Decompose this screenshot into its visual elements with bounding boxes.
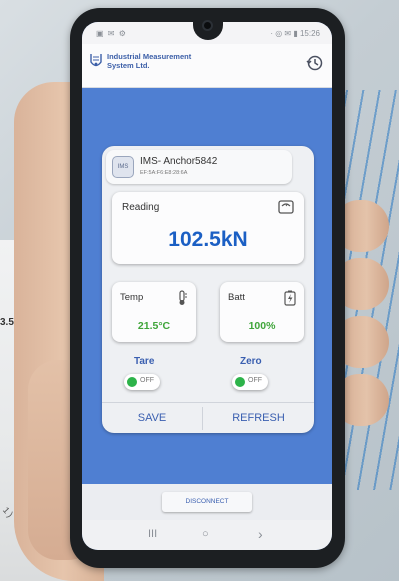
tare-toggle-state: OFF (140, 377, 154, 384)
battery-icon (284, 290, 296, 306)
reading-label: Reading (122, 202, 160, 213)
action-row: SAVE REFRESH (102, 402, 314, 433)
zero-toggle-state: OFF (248, 377, 262, 384)
reading-value: 102.5kN (168, 228, 248, 251)
system-nav-bar: III ○ › (82, 520, 332, 550)
reading-card: Reading 102.5kN (112, 192, 304, 264)
zero-toggle-knob (235, 377, 245, 387)
disconnect-button[interactable]: DISCONNECT (162, 492, 252, 512)
ims-logo-icon (90, 54, 102, 67)
app-bar: Industrial Measurement System Ltd. (82, 44, 332, 88)
status-icons-right: · ◎ ✉ ▮ 15:26 (270, 29, 320, 38)
status-icons-left: ▣ ✉ ⚙ (96, 29, 127, 38)
tare-toggle-knob (127, 377, 137, 387)
background-paper-text: 3.5 (0, 317, 14, 328)
bottom-bar: DISCONNECT (82, 484, 332, 520)
front-camera (202, 20, 213, 31)
home-nav-icon[interactable]: ○ (202, 528, 209, 540)
company-name: Industrial Measurement System Ltd. (107, 52, 192, 70)
thermometer-icon (179, 290, 187, 305)
phone-screen: ▣ ✉ ⚙ · ◎ ✉ ▮ 15:26 Industrial Measureme… (82, 22, 332, 550)
device-mac-address: EF:5A:F6:E8:28:6A (140, 170, 188, 176)
device-header: IMS IMS- Anchor5842 EF:5A:F6:E8:28:6A (106, 150, 292, 184)
save-button[interactable]: SAVE (102, 403, 202, 434)
recents-nav-icon[interactable]: III (148, 528, 157, 540)
refresh-button[interactable]: REFRESH (203, 403, 314, 434)
device-card: IMS IMS- Anchor5842 EF:5A:F6:E8:28:6A Re… (102, 146, 314, 433)
device-name: IMS- Anchor5842 (140, 156, 218, 167)
tare-label: Tare (134, 356, 155, 367)
battery-value: 100% (248, 320, 276, 332)
battery-card: Batt 100% (220, 282, 304, 342)
history-icon[interactable] (306, 54, 324, 72)
back-nav-icon[interactable]: › (258, 526, 263, 542)
zero-label: Zero (240, 356, 262, 367)
temperature-value: 21.5°C (137, 320, 171, 332)
tare-toggle[interactable]: OFF (124, 374, 160, 390)
scale-icon (278, 200, 294, 214)
battery-label: Batt (228, 292, 245, 303)
temperature-label: Temp (120, 292, 144, 303)
zero-toggle[interactable]: OFF (232, 374, 268, 390)
device-badge: IMS (112, 156, 134, 178)
temperature-card: Temp 21.5°C (112, 282, 196, 342)
